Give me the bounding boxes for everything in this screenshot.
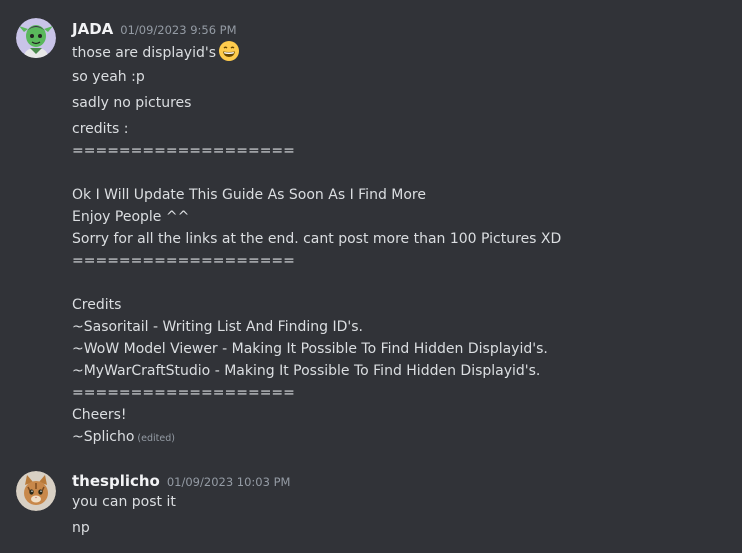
- grinning-face-emoji: [218, 40, 240, 62]
- username[interactable]: thesplicho: [72, 472, 160, 490]
- username[interactable]: JADA: [72, 20, 113, 38]
- avatar[interactable]: [16, 471, 56, 511]
- message-line: so yeah :p: [72, 69, 145, 85]
- message-line: those are displayid's: [72, 40, 240, 63]
- message-line: Credits: [72, 297, 122, 313]
- message-line: you can post it: [72, 494, 176, 510]
- timestamp[interactable]: 01/09/2023 9:56 PM: [120, 23, 236, 37]
- avatar[interactable]: [16, 18, 56, 58]
- message-header: JADA 01/09/2023 9:56 PM: [72, 20, 237, 38]
- message-text: those are displayid's: [72, 45, 217, 61]
- message-line: ===================: [72, 143, 295, 159]
- message-line: credits :: [72, 121, 129, 137]
- message-line: ~MyWarCraftStudio - Making It Possible T…: [72, 363, 541, 379]
- message-line: sadly no pictures: [72, 95, 192, 111]
- message-line: ===================: [72, 253, 295, 269]
- message-line: ~Splicho (edited): [72, 427, 175, 449]
- message-line: ===================: [72, 385, 295, 401]
- message-line: Ok I Will Update This Guide As Soon As I…: [72, 187, 426, 203]
- message-line: np: [72, 520, 90, 536]
- message-line: Cheers!: [72, 407, 127, 423]
- message-text: ~Splicho: [72, 429, 135, 445]
- edited-label[interactable]: (edited): [137, 433, 175, 444]
- message-line: ~Sasoritail - Writing List And Finding I…: [72, 319, 363, 335]
- message-header: thesplicho 01/09/2023 10:03 PM: [72, 472, 290, 490]
- message-line: Sorry for all the links at the end. cant…: [72, 231, 562, 247]
- timestamp[interactable]: 01/09/2023 10:03 PM: [167, 475, 291, 489]
- message-line: ~WoW Model Viewer - Making It Possible T…: [72, 341, 548, 357]
- message-line: Enjoy People ^^: [72, 209, 190, 225]
